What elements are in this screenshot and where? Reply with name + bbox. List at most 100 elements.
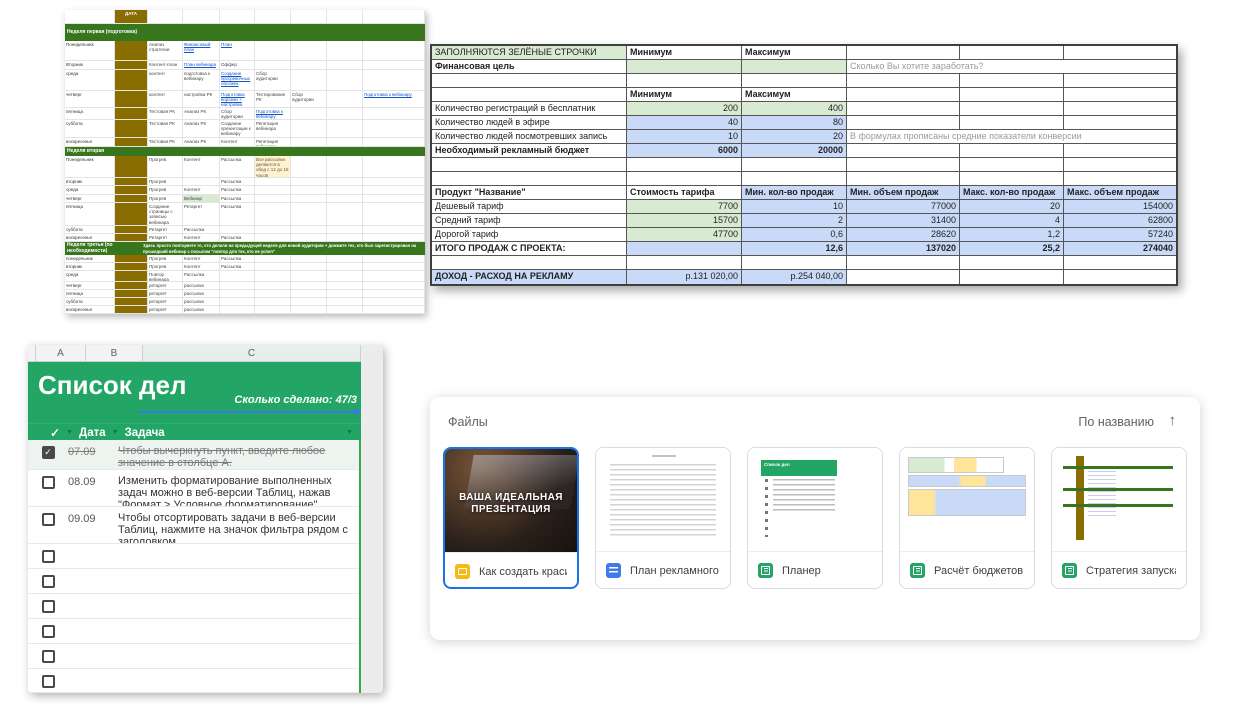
cell: [220, 271, 255, 282]
filter-icon[interactable]: ▼: [112, 429, 119, 436]
sort-direction-icon[interactable]: ↑: [1169, 412, 1177, 429]
date-cell: [115, 41, 148, 61]
cell: Анализ РК: [183, 108, 220, 120]
cell: 47700: [627, 228, 742, 242]
date-cell: [115, 195, 148, 203]
task-date: [68, 544, 118, 568]
cell: [960, 46, 1064, 60]
file-card[interactable]: Стратегия запуска ...: [1051, 447, 1187, 589]
task-checkbox[interactable]: ✓: [42, 446, 55, 459]
schedule-link[interactable]: Финансовый план: [184, 42, 210, 52]
day-label: пятница: [65, 108, 115, 120]
cell: Подготовка к вебинару: [255, 108, 291, 120]
cell: Прогрев: [148, 263, 183, 271]
cell: [327, 61, 363, 70]
cell: Вебинар: [183, 195, 220, 203]
cell: [255, 271, 291, 282]
task-date: 07.09: [68, 440, 118, 469]
cell: Контент: [183, 255, 220, 263]
cell: Минимум: [627, 88, 742, 102]
cell: Минимум: [627, 46, 742, 60]
filter-icon[interactable]: ▼: [346, 429, 353, 436]
week-band: Неделя вторая: [65, 147, 425, 156]
task-checkbox[interactable]: [42, 550, 55, 563]
cell: [363, 61, 425, 70]
todo-row: [28, 544, 359, 569]
cell: [327, 70, 363, 91]
schedule-link[interactable]: План вебинара: [184, 62, 216, 67]
file-thumbnail: [596, 448, 730, 552]
cell: [327, 271, 363, 282]
schedule-day-row: ВторникКонтент-планПлан вебинараОффер: [65, 61, 425, 70]
selection-handle[interactable]: [354, 409, 359, 414]
schedule-day-row: вторникПрогревКонтентРассылка: [65, 263, 425, 271]
cell: [291, 255, 327, 263]
cell: [255, 282, 291, 290]
date-cell: [115, 306, 148, 314]
file-thumbnail: Список дел: [748, 448, 882, 552]
date-cell: [115, 178, 148, 186]
filter-icon[interactable]: ▼: [66, 429, 73, 436]
cell: [363, 156, 425, 178]
cell: ретаргет: [148, 298, 183, 306]
file-card[interactable]: ВАША ИДЕАЛЬНАЯ ПРЕЗЕНТАЦИЯ Как создать кр…: [443, 447, 579, 589]
cell: [183, 10, 220, 24]
schedule-link[interactable]: Подготовка к вебинару: [256, 109, 283, 119]
task-checkbox[interactable]: [42, 650, 55, 663]
cell: [847, 46, 960, 60]
cell: 20000: [742, 144, 847, 158]
cell: [220, 298, 255, 306]
cell: [627, 158, 742, 172]
cell: [363, 70, 425, 91]
cell: Рассылка: [220, 178, 255, 186]
day-label: понедельник: [65, 255, 115, 263]
cell: Количество людей посмотревших запись: [432, 130, 627, 144]
cell: [363, 298, 425, 306]
sort-by-name-button[interactable]: По названию: [1078, 415, 1154, 429]
task-checkbox[interactable]: [42, 513, 55, 526]
thumbnail-caption: ВАША ИДЕАЛЬНАЯ ПРЕЗЕНТАЦИЯ: [445, 492, 577, 516]
cell: [847, 144, 960, 158]
thumbnail-decoration: [652, 455, 676, 457]
file-card[interactable]: Расчёт бюджетов (...: [899, 447, 1035, 589]
task-checkbox[interactable]: [42, 600, 55, 613]
cell: Средний тариф: [432, 214, 627, 228]
cell: [327, 120, 363, 138]
budget-row: Средний тариф15700231400462800: [432, 214, 1176, 228]
schedule-link[interactable]: Подготовка воронки + настройка: [221, 92, 245, 107]
cell: [627, 256, 742, 270]
cell: Рассылка: [220, 186, 255, 195]
task-checkbox[interactable]: [42, 625, 55, 638]
schedule-link[interactable]: Подготовка к вебинару: [364, 92, 412, 97]
task-checkbox[interactable]: [42, 476, 55, 489]
budget-sheet: ЗАПОЛНЯЮТСЯ ЗЕЛЁНЫЕ СТРОЧКИМинимумМаксим…: [430, 44, 1178, 286]
task-text: [118, 594, 359, 618]
checkbox-cell: [28, 644, 68, 668]
file-card[interactable]: Список делПланер: [747, 447, 883, 589]
cell: [327, 255, 363, 263]
cell: Подготовка к вебинару: [363, 91, 425, 108]
column-letter-c: C: [143, 345, 361, 362]
schedule-day-row: воскресеньеретаргетрассылка: [65, 306, 425, 314]
task-checkbox[interactable]: [42, 675, 55, 688]
cell: Тестовая РК: [148, 138, 183, 147]
task-checkbox[interactable]: [42, 575, 55, 588]
file-title: Как создать краси...: [479, 566, 567, 578]
cell: 2: [742, 214, 847, 228]
cell: ДОХОД - РАСХОД НА РЕКЛАМУ: [432, 270, 627, 284]
cell: 40: [627, 116, 742, 130]
cell: [220, 282, 255, 290]
cell: Дешевый тариф: [432, 200, 627, 214]
file-thumbnail: [900, 448, 1034, 552]
file-card[interactable]: План рекламного п...: [595, 447, 731, 589]
cell: Максимум: [742, 46, 847, 60]
schedule-link[interactable]: План: [221, 42, 232, 47]
budget-row: Финансовая цельСколько Вы хотите заработ…: [432, 60, 1176, 74]
cell: Анализ РК: [183, 120, 220, 138]
cell: 274040: [1064, 242, 1176, 256]
day-label: суббота: [65, 120, 115, 138]
schedule-link[interactable]: Создание прогревочных обложек: [221, 71, 250, 86]
schedule-day-row: средаПовтор вебинараРассылка: [65, 271, 425, 282]
cell: р.131 020,00: [627, 270, 742, 284]
todo-filter-row: ✓ ▼ Дата ▼ Задача ▼: [28, 423, 361, 441]
